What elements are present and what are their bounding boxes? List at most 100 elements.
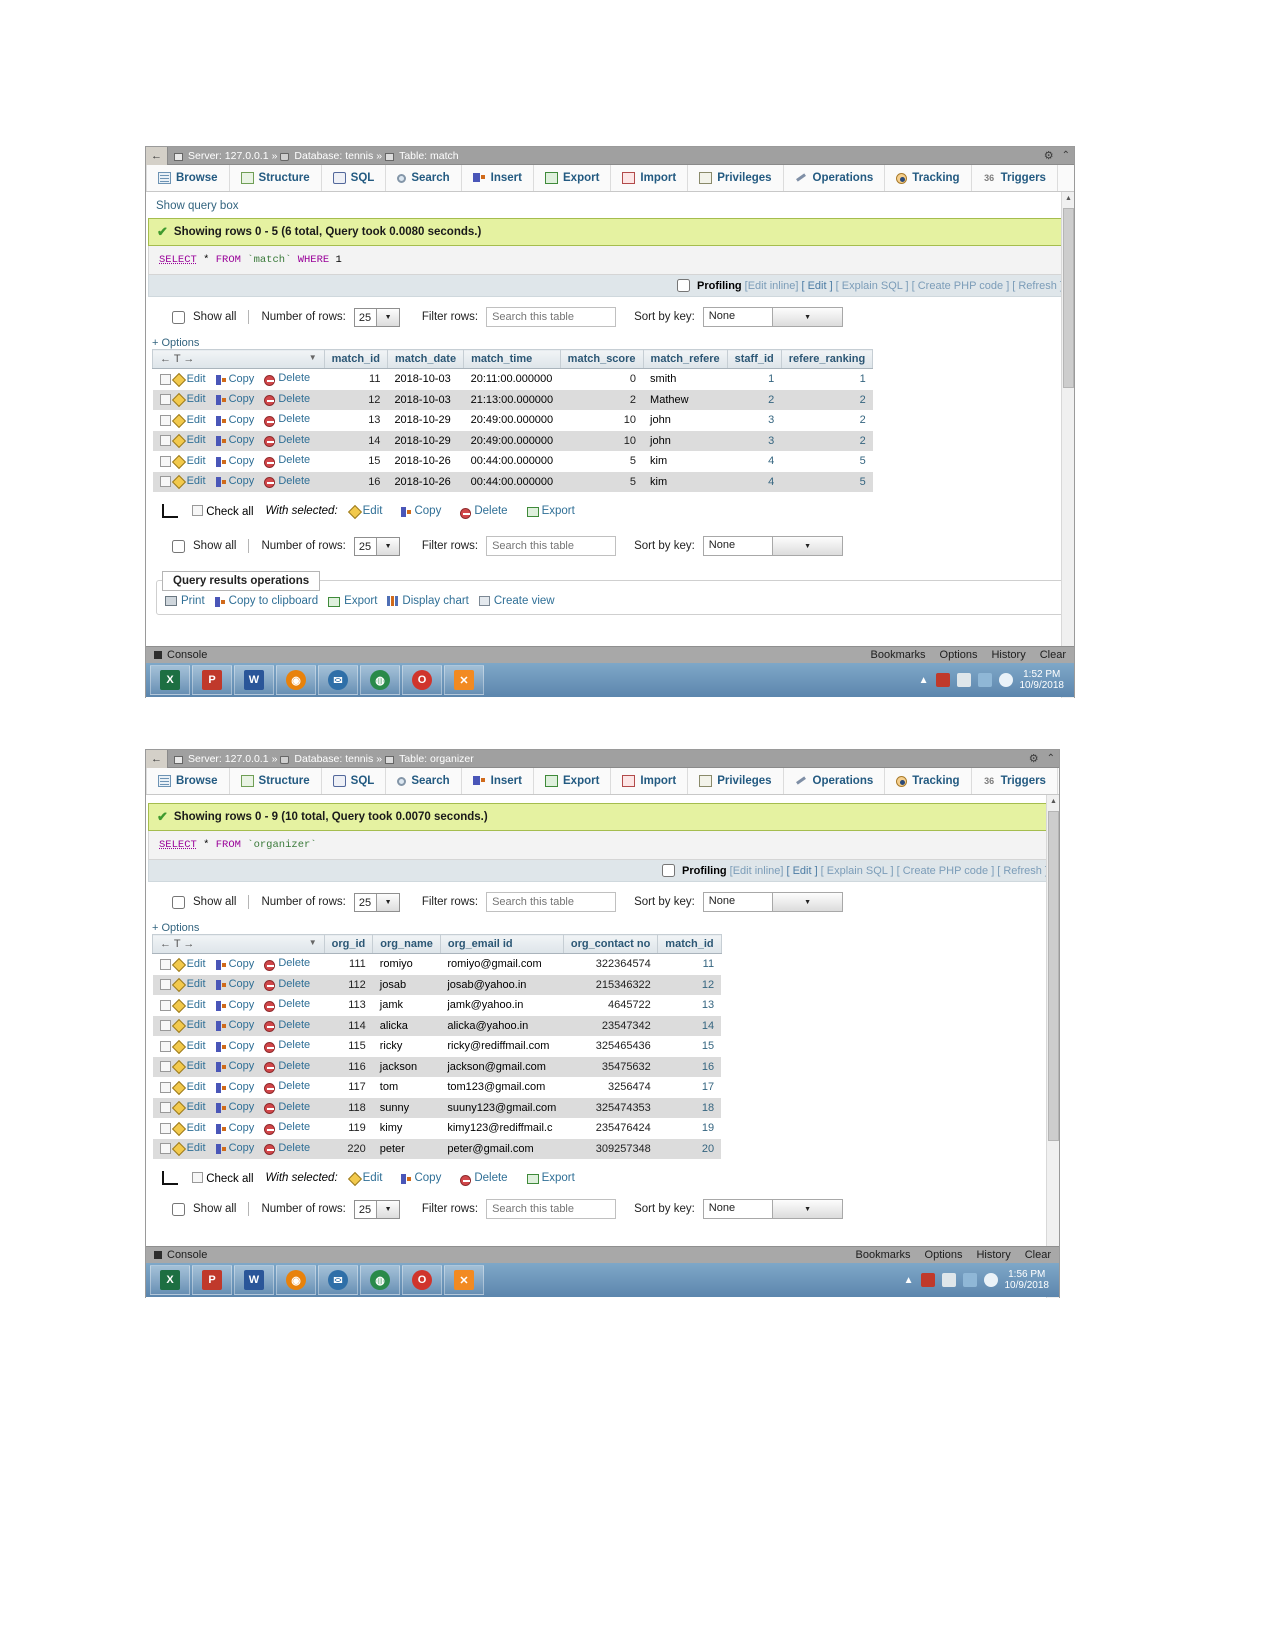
- filter-rows-input-bottom[interactable]: [486, 1199, 617, 1219]
- col-match-id[interactable]: match_id: [323, 349, 388, 369]
- console-options[interactable]: Options: [925, 1249, 963, 1261]
- tab-operations[interactable]: Operations: [784, 768, 886, 794]
- bulk-export-button[interactable]: Export: [526, 1172, 575, 1184]
- table-row[interactable]: Edit Copy Delete 220 peter peter@gmail.c…: [152, 1138, 722, 1159]
- table-row[interactable]: Edit Copy Delete 119 kimy kimy123@rediff…: [152, 1118, 722, 1139]
- check-all-control[interactable]: Check all: [192, 1171, 254, 1185]
- row-checkbox[interactable]: [159, 1081, 171, 1093]
- show-all-checkbox[interactable]: [172, 310, 185, 324]
- table-row[interactable]: Edit Copy Delete 111 romiyo romiyo@gmail…: [152, 953, 722, 975]
- console-clear[interactable]: Clear: [1040, 649, 1066, 661]
- tab-search[interactable]: Search: [386, 768, 462, 794]
- show-all-checkbox-bottom[interactable]: [172, 1202, 185, 1216]
- edit-button[interactable]: Edit: [171, 1100, 206, 1116]
- table-row[interactable]: Edit Copy Delete 113 jamk jamk@yahoo.in …: [152, 995, 722, 1016]
- profiling-checkbox[interactable]: [677, 279, 691, 292]
- copy-button[interactable]: Copy: [215, 393, 254, 405]
- number-of-rows-select[interactable]: 25 ▼: [353, 307, 400, 327]
- row-checkbox[interactable]: [159, 999, 171, 1011]
- back-button[interactable]: ←: [146, 749, 168, 768]
- delete-button[interactable]: Delete: [264, 1080, 310, 1094]
- row-checkbox[interactable]: [159, 1122, 171, 1134]
- tab-tracking[interactable]: Tracking: [885, 165, 972, 191]
- export-button[interactable]: Export: [328, 595, 377, 607]
- scrollbar-thumb[interactable]: [1048, 811, 1059, 1141]
- edit-link[interactable]: [ Edit ]: [786, 865, 817, 877]
- chevron-down-icon[interactable]: ▼: [309, 938, 317, 947]
- tab-operations[interactable]: Operations: [784, 165, 886, 191]
- table-row[interactable]: Edit Copy Delete 115 ricky ricky@rediffm…: [152, 1036, 722, 1057]
- breadcrumb-database[interactable]: Database: tennis: [294, 150, 373, 162]
- show-all-checkbox[interactable]: [172, 895, 185, 909]
- tab-tracking[interactable]: Tracking: [885, 768, 972, 794]
- copy-button[interactable]: Copy: [215, 475, 254, 487]
- taskbar-app-opera[interactable]: O: [402, 665, 442, 695]
- tab-privileges[interactable]: Privileges: [688, 768, 784, 794]
- show-all-control-bottom[interactable]: Show all: [168, 537, 236, 556]
- edit-button[interactable]: Edit: [171, 474, 206, 490]
- col-match-date[interactable]: match_date: [386, 349, 465, 369]
- row-checkbox[interactable]: [159, 435, 171, 446]
- copy-button[interactable]: Copy: [215, 373, 254, 385]
- row-checkbox[interactable]: [159, 414, 171, 426]
- vertical-scrollbar[interactable]: ▲ ▼: [1061, 192, 1074, 698]
- tray-volume-icon[interactable]: [983, 1273, 998, 1287]
- collapse-icon[interactable]: ⌃: [1062, 150, 1070, 161]
- edit-button[interactable]: Edit: [171, 1121, 206, 1136]
- table-row[interactable]: Edit Copy Delete 114 alicka alicka@yahoo…: [152, 1015, 722, 1036]
- sort-by-key-select-bottom[interactable]: None ▼: [702, 536, 843, 556]
- sort-by-key-select-bottom[interactable]: None ▼: [702, 1199, 843, 1219]
- refresh-link[interactable]: [ Refresh ]: [997, 865, 1048, 877]
- options-toggle[interactable]: + Options: [146, 922, 1059, 934]
- tray-antivirus-icon[interactable]: [935, 673, 950, 687]
- copy-to-clipboard-button[interactable]: Copy to clipboard: [214, 595, 318, 607]
- tab-sql[interactable]: SQL: [322, 768, 387, 794]
- tab-structure[interactable]: Structure: [230, 768, 322, 794]
- row-checkbox[interactable]: [159, 1102, 171, 1113]
- sort-direction-header[interactable]: ← T → ▼: [152, 349, 325, 369]
- breadcrumb-table[interactable]: Table: organizer: [399, 753, 474, 765]
- copy-button[interactable]: Copy: [215, 1081, 254, 1093]
- delete-button[interactable]: Delete: [264, 434, 310, 447]
- tray-antivirus-icon[interactable]: [920, 1273, 935, 1287]
- copy-button[interactable]: Copy: [215, 1142, 254, 1154]
- col-match-time[interactable]: match_time: [463, 349, 561, 369]
- row-checkbox[interactable]: [159, 1020, 171, 1031]
- delete-button[interactable]: Delete: [264, 1121, 310, 1135]
- breadcrumb-server[interactable]: Server: 127.0.0.1: [188, 753, 269, 765]
- delete-button[interactable]: Delete: [264, 1019, 310, 1032]
- check-all-checkbox[interactable]: [192, 1171, 203, 1183]
- filter-rows-input-bottom[interactable]: [486, 536, 617, 556]
- tab-browse[interactable]: Browse: [146, 768, 230, 794]
- create-view-button[interactable]: Create view: [478, 595, 555, 607]
- col-refere-ranking[interactable]: refere_ranking: [780, 349, 874, 369]
- show-all-control-bottom[interactable]: Show all: [168, 1200, 236, 1219]
- tray-expand-icon[interactable]: ▲: [904, 1275, 914, 1286]
- check-all-control[interactable]: Check all: [192, 504, 254, 518]
- show-all-control[interactable]: Show all: [168, 308, 236, 327]
- delete-button[interactable]: Delete: [264, 1142, 310, 1155]
- tray-signal-icon[interactable]: [962, 1273, 977, 1287]
- create-php-code-link[interactable]: [ Create PHP code ]: [897, 865, 995, 877]
- console-label[interactable]: Console: [167, 1249, 207, 1261]
- show-query-box-link[interactable]: Show query box: [146, 192, 1074, 218]
- delete-button[interactable]: Delete: [264, 372, 310, 386]
- copy-button[interactable]: Copy: [215, 434, 254, 446]
- tab-insert[interactable]: Insert: [462, 768, 534, 794]
- gear-icon[interactable]: ⚙: [1044, 149, 1054, 162]
- console-history[interactable]: History: [976, 1249, 1010, 1261]
- display-chart-button[interactable]: Display chart: [387, 595, 469, 607]
- tab-export[interactable]: Export: [534, 165, 612, 191]
- tab-triggers[interactable]: 36 Triggers: [972, 768, 1058, 794]
- scroll-up-button[interactable]: ▲: [1062, 192, 1074, 205]
- edit-button[interactable]: Edit: [171, 1018, 206, 1034]
- bulk-copy-button[interactable]: Copy: [401, 505, 441, 517]
- table-row[interactable]: Edit Copy Delete 16 2018-10-26 00:44:00.…: [152, 471, 873, 492]
- sort-by-key-select[interactable]: None ▼: [702, 307, 843, 327]
- edit-button[interactable]: Edit: [171, 1059, 206, 1075]
- delete-button[interactable]: Delete: [264, 393, 310, 406]
- bulk-edit-button[interactable]: Edit: [347, 504, 382, 520]
- tray-expand-icon[interactable]: ▲: [919, 675, 929, 686]
- breadcrumb-database[interactable]: Database: tennis: [294, 753, 373, 765]
- tab-import[interactable]: Import: [611, 768, 689, 794]
